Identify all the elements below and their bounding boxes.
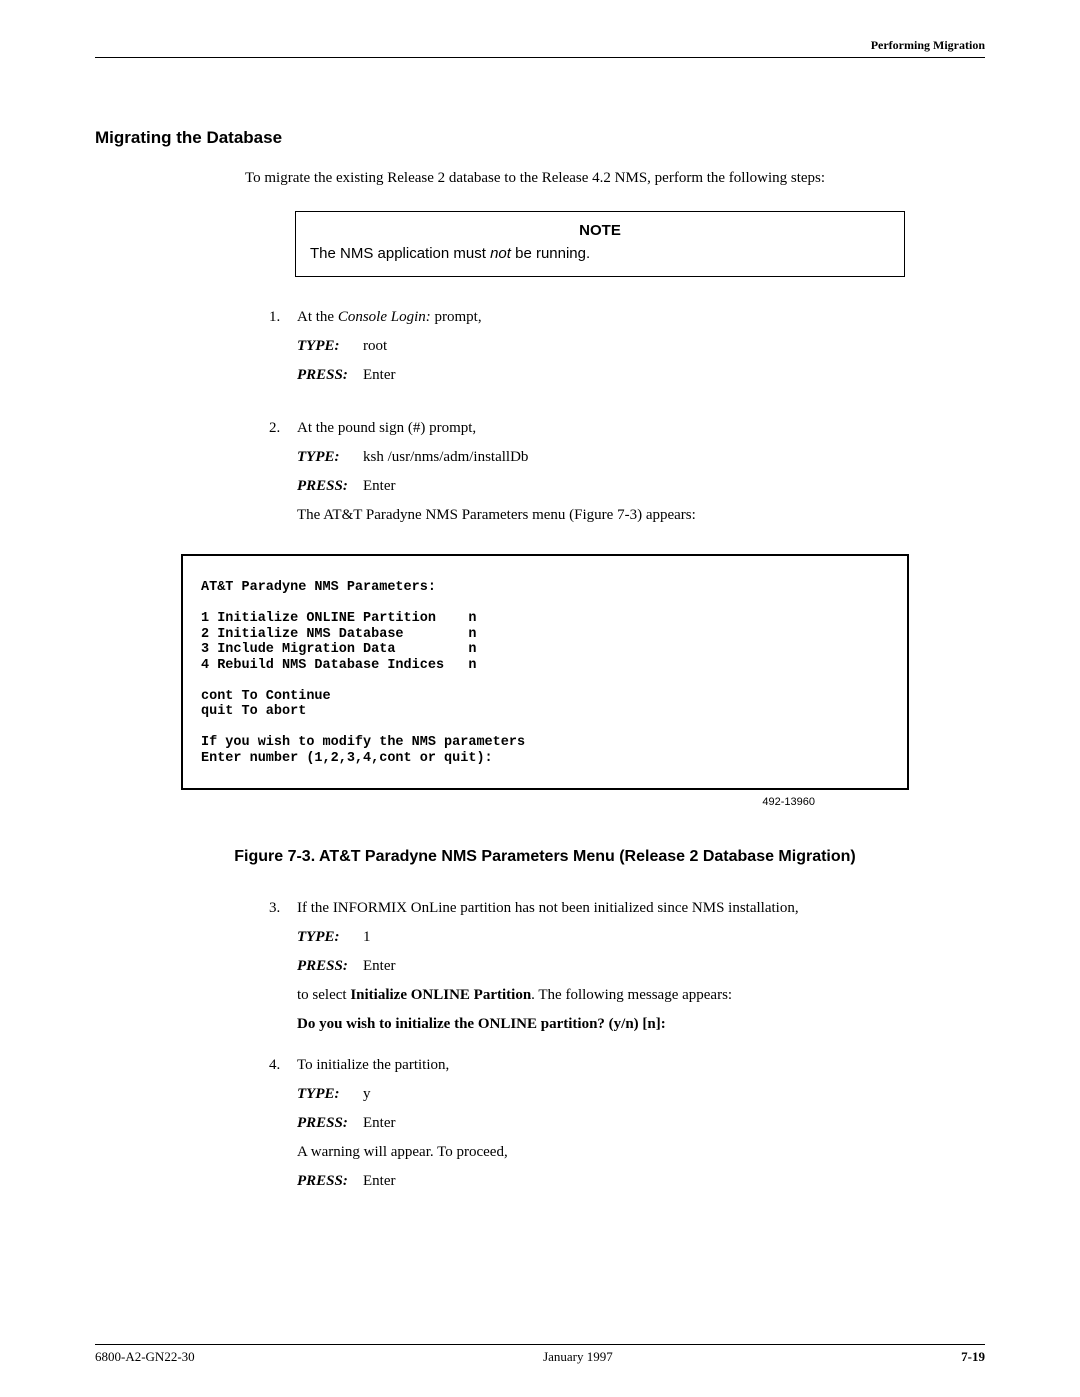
note-text-em: not (490, 245, 511, 262)
running-header: Performing Migration (95, 38, 985, 57)
type-label: TYPE: (297, 929, 357, 946)
type-row: TYPE: 1 (297, 929, 985, 946)
step1-em: Console Login: (338, 309, 431, 325)
type-label: TYPE: (297, 1086, 357, 1103)
step-2: 2. At the pound sign (#) prompt, TYPE: k… (269, 420, 985, 524)
step1-pre: At the (297, 309, 338, 325)
step1-post: prompt, (431, 309, 482, 325)
type-row: TYPE: root (297, 338, 985, 355)
press-value: Enter (363, 1115, 395, 1132)
ordered-list: 1. At the Console Login: prompt, TYPE: r… (269, 309, 985, 524)
type-value: y (363, 1086, 371, 1103)
press-row: PRESS: Enter (297, 478, 985, 495)
note-box: NOTE The NMS application must not be run… (295, 211, 905, 277)
figure-caption: Figure 7-3. AT&T Paradyne NMS Parameters… (181, 848, 909, 866)
step2-tail: The AT&T Paradyne NMS Parameters menu (F… (297, 507, 985, 524)
press-value: Enter (363, 478, 395, 495)
step3-mid-post: . The following message appears: (531, 987, 732, 1003)
ordered-list-continued: 3. If the INFORMIX OnLine partition has … (269, 900, 985, 1202)
press-value: Enter (363, 958, 395, 975)
step3-mid-bold: Initialize ONLINE Partition (350, 987, 531, 1003)
type-value: 1 (363, 929, 371, 946)
intro-paragraph: To migrate the existing Release 2 databa… (245, 170, 985, 187)
step-4: 4. To initialize the partition, TYPE: y … (269, 1057, 985, 1202)
note-text-post: be running. (511, 245, 590, 262)
step-3: 3. If the INFORMIX OnLine partition has … (269, 900, 985, 1033)
press-value: Enter (363, 1173, 395, 1190)
note-text: The NMS application must not be running. (310, 245, 890, 262)
press-row: PRESS: Enter (297, 958, 985, 975)
page: Performing Migration Migrating the Datab… (0, 0, 1080, 1397)
type-value: ksh /usr/nms/adm/installDb (363, 449, 528, 466)
press-row: PRESS: Enter (297, 367, 985, 384)
step-number: 2. (269, 420, 287, 524)
terminal-screen: AT&T Paradyne NMS Parameters: 1 Initiali… (181, 554, 909, 790)
step-number: 1. (269, 309, 287, 396)
footer-doc-number: 6800-A2-GN22-30 (95, 1349, 195, 1365)
step3-line1: If the INFORMIX OnLine partition has not… (297, 900, 985, 917)
step-body: To initialize the partition, TYPE: y PRE… (297, 1057, 985, 1202)
footer-page-number: 7-19 (961, 1349, 985, 1365)
footer-date: January 1997 (543, 1349, 613, 1365)
note-title: NOTE (310, 222, 890, 239)
press-label: PRESS: (297, 1173, 357, 1190)
step4-line1: To initialize the partition, (297, 1057, 985, 1074)
press-label: PRESS: (297, 1115, 357, 1132)
step-number: 4. (269, 1057, 287, 1202)
type-label: TYPE: (297, 338, 357, 355)
step-number: 3. (269, 900, 287, 1033)
step3-mid-pre: to select (297, 987, 350, 1003)
step3-message: Do you wish to initialize the ONLINE par… (297, 1016, 985, 1033)
step-body: At the pound sign (#) prompt, TYPE: ksh … (297, 420, 985, 524)
press-label: PRESS: (297, 367, 357, 384)
footer-rule (95, 1344, 985, 1345)
press-row-2: PRESS: Enter (297, 1173, 985, 1190)
header-rule (95, 57, 985, 58)
step4-mid: A warning will appear. To proceed, (297, 1144, 985, 1161)
type-value: root (363, 338, 387, 355)
step-1: 1. At the Console Login: prompt, TYPE: r… (269, 309, 985, 396)
note-text-pre: The NMS application must (310, 245, 490, 262)
press-label: PRESS: (297, 958, 357, 975)
press-row: PRESS: Enter (297, 1115, 985, 1132)
step-body: If the INFORMIX OnLine partition has not… (297, 900, 985, 1033)
page-footer: 6800-A2-GN22-30 January 1997 7-19 (95, 1344, 985, 1365)
step2-line1: At the pound sign (#) prompt, (297, 420, 985, 437)
type-row: TYPE: ksh /usr/nms/adm/installDb (297, 449, 985, 466)
section-heading: Migrating the Database (95, 128, 985, 148)
step-body: At the Console Login: prompt, TYPE: root… (297, 309, 985, 396)
press-value: Enter (363, 367, 395, 384)
type-label: TYPE: (297, 449, 357, 466)
figure-reference-number: 492-13960 (95, 796, 815, 808)
press-label: PRESS: (297, 478, 357, 495)
type-row: TYPE: y (297, 1086, 985, 1103)
